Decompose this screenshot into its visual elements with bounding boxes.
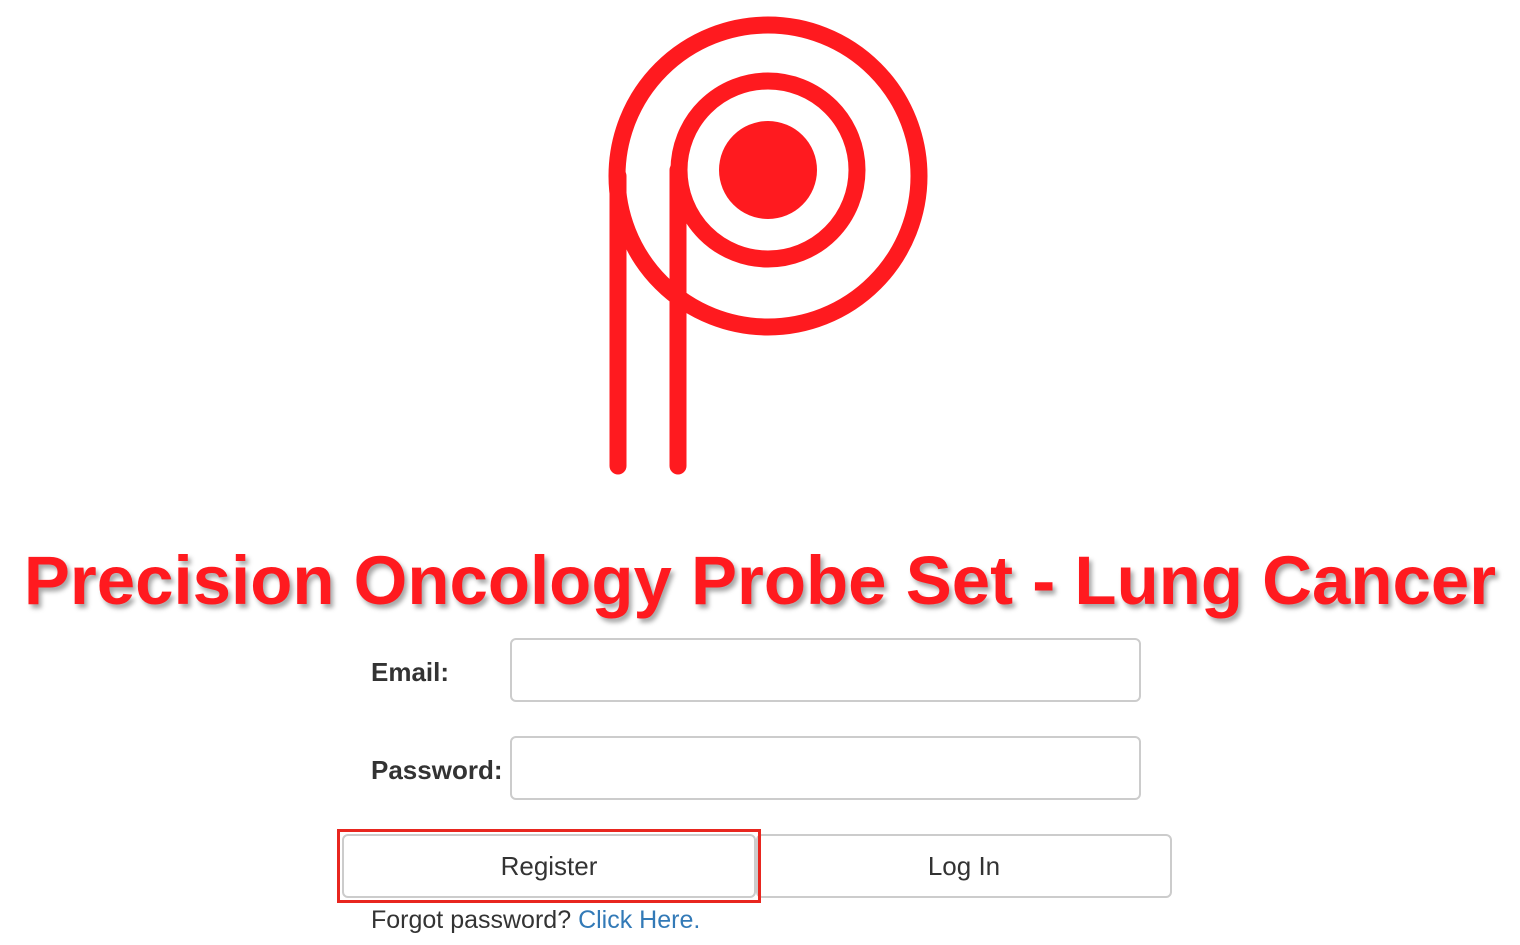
- password-field[interactable]: [510, 736, 1141, 800]
- page-title: Precision Oncology Probe Set - Lung Canc…: [23, 542, 1497, 619]
- email-label: Email:: [371, 657, 450, 687]
- precision-oncology-p-logo-icon: [608, 16, 928, 475]
- email-field[interactable]: [510, 638, 1141, 702]
- password-label: Password:: [371, 755, 503, 785]
- forgot-password-row: Forgot password? Click Here.: [371, 905, 700, 935]
- login-page: Precision Oncology Probe Set - Lung Canc…: [0, 0, 1520, 945]
- login-button[interactable]: Log In: [756, 834, 1172, 898]
- forgot-password-text: Forgot password?: [371, 906, 572, 934]
- register-button[interactable]: Register: [342, 834, 756, 898]
- forgot-password-link[interactable]: Click Here.: [578, 906, 700, 934]
